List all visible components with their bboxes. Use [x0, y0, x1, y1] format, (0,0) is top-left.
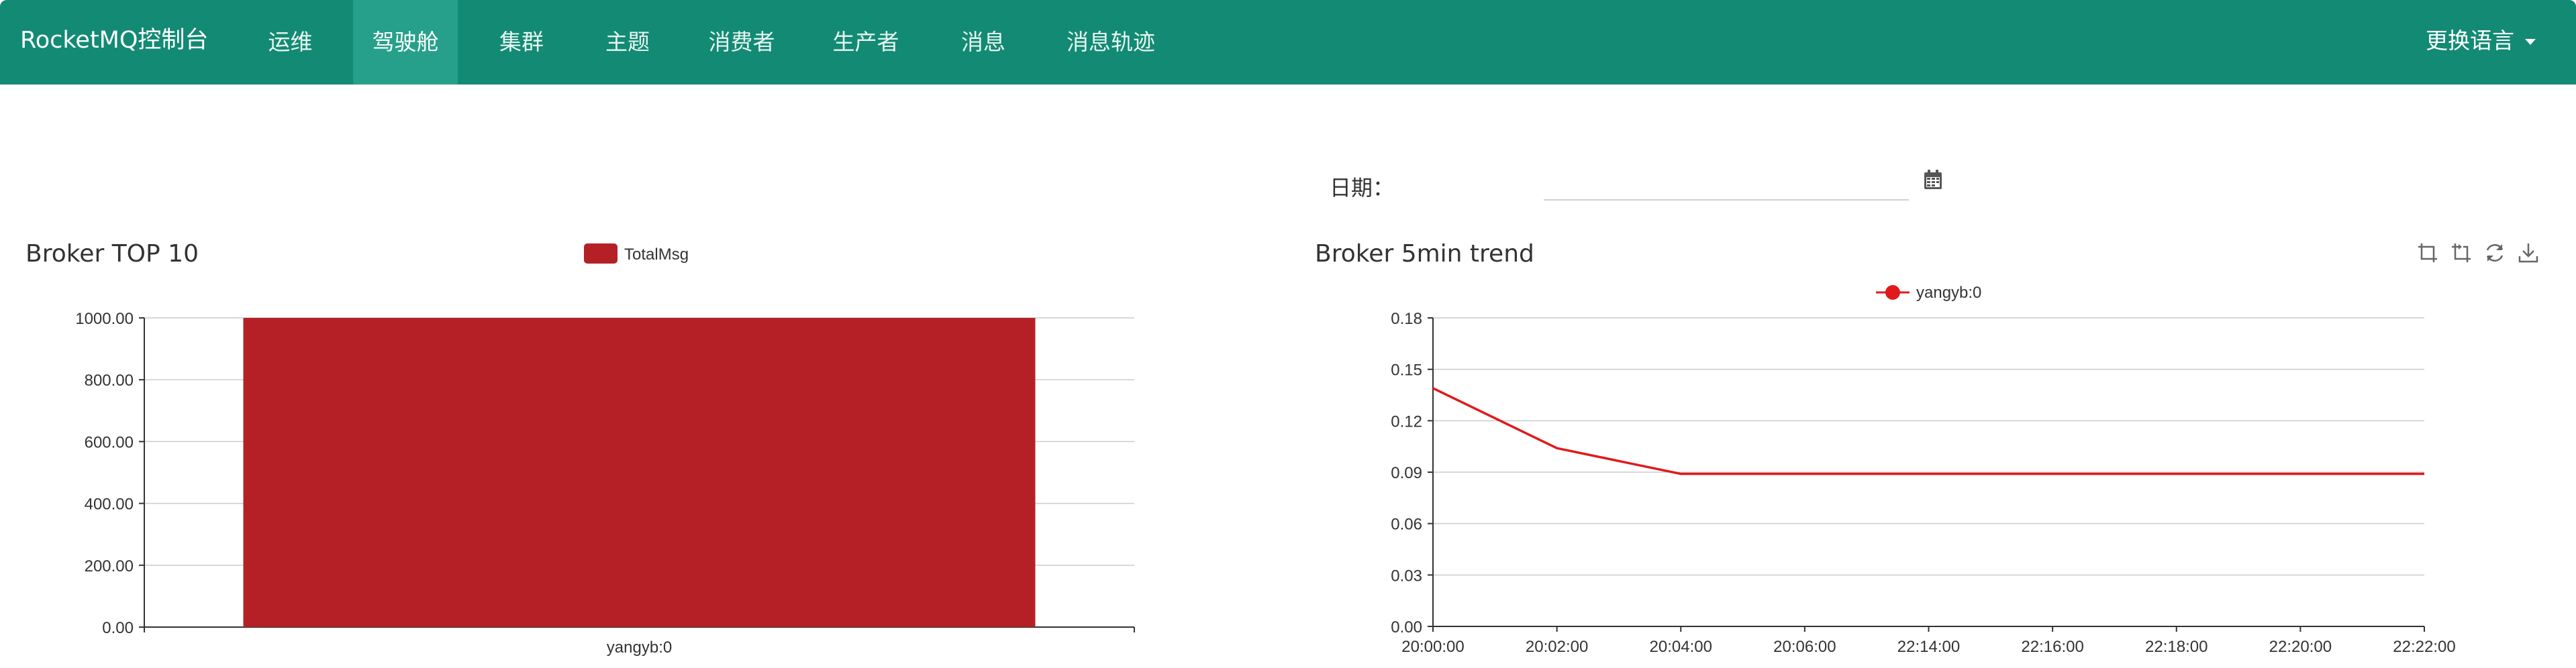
app-title[interactable]: RocketMQ控制台 [20, 25, 208, 56]
x-tick-label: 22:20:00 [2269, 638, 2332, 656]
date-input[interactable] [1544, 171, 1909, 201]
legend-label: TotalMsg [624, 245, 689, 264]
calendar-icon[interactable] [1923, 169, 1943, 193]
bar-chart: 0.00 200.00 400.00 600.00 800.00 1000.00 yangy… [75, 243, 1135, 657]
y-tick-label: 200.00 [85, 557, 134, 575]
x-tick-label: 20:04:00 [1650, 638, 1712, 656]
y-tick-label: 0.00 [1391, 618, 1422, 636]
caret-down-icon [2525, 39, 2536, 45]
x-tick-label: yangyb:0 [607, 638, 672, 657]
y-tick-label: 0.12 [1391, 412, 1422, 431]
series-line [1432, 387, 2424, 476]
x-tick-label: 22:16:00 [2021, 638, 2083, 656]
y-tick-label: 400.00 [85, 496, 134, 514]
bar [243, 318, 1036, 627]
x-tick-label: 22:18:00 [2145, 638, 2208, 656]
nav-item-consumer[interactable]: 消费者 [695, 0, 789, 85]
y-tick-label: 1000.00 [75, 310, 134, 328]
line-chart: 0.00 0.03 0.06 0.09 0.12 0.15 0.18 20:00:00 20:0… [1391, 284, 2455, 656]
y-tick-label: 0.15 [1391, 361, 1422, 380]
legend-swatch [584, 243, 617, 264]
nav-item-cluster[interactable]: 集群 [485, 0, 558, 85]
nav-item-ops[interactable]: 运维 [255, 0, 326, 85]
nav-item-producer[interactable]: 生产者 [819, 0, 913, 85]
language-dropdown[interactable]: 更换语言 [2426, 25, 2536, 56]
top-navbar: RocketMQ控制台 运维 驾驶舱 集群 主题 消费者 生产者 消息 消息轨迹… [0, 0, 2576, 85]
y-tick-label: 0.18 [1391, 310, 1422, 328]
nav-item-message-trace[interactable]: 消息轨迹 [1054, 0, 1168, 85]
x-tick-label: 22:14:00 [1897, 638, 1960, 656]
legend-label: yangyb:0 [1916, 284, 1981, 302]
y-tick-label: 600.00 [85, 433, 134, 451]
y-tick-label: 0.09 [1391, 464, 1422, 482]
nav-item-dashboard[interactable]: 驾驶舱 [353, 0, 458, 85]
x-tick-label: 20:00:00 [1401, 638, 1464, 656]
y-tick-label: 800.00 [85, 372, 134, 390]
x-tick-label: 22:22:00 [2393, 638, 2455, 656]
nav-item-topic[interactable]: 主题 [591, 0, 664, 85]
language-label: 更换语言 [2426, 27, 2514, 54]
y-tick-label: 0.06 [1391, 516, 1422, 534]
x-tick-label: 20:02:00 [1526, 638, 1588, 656]
y-tick-label: 0.03 [1391, 567, 1422, 585]
y-tick-label: 0.00 [102, 619, 134, 637]
date-label: 日期： [1330, 175, 1395, 201]
nav-item-message[interactable]: 消息 [946, 0, 1020, 85]
x-tick-label: 20:06:00 [1773, 638, 1836, 656]
legend-marker [1885, 285, 1900, 300]
